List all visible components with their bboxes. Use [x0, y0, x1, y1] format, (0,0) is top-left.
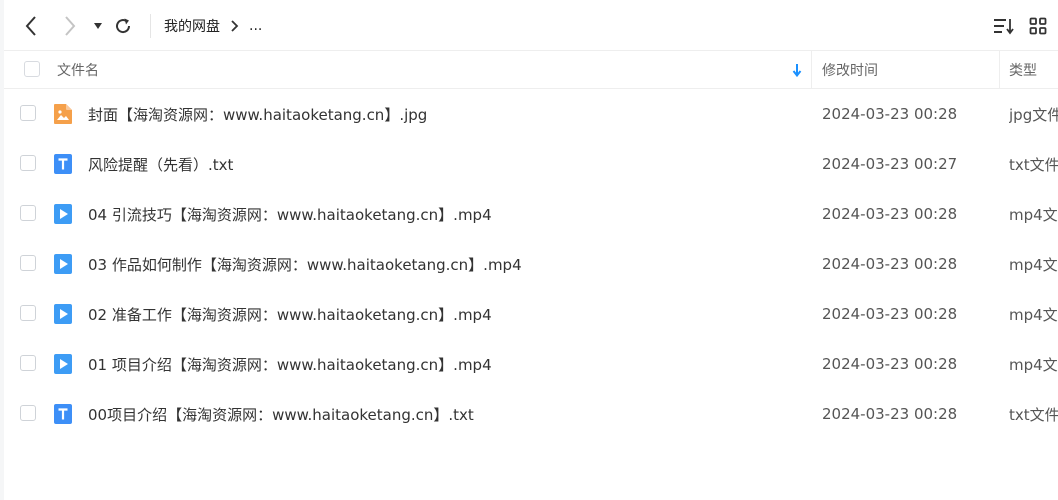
column-divider[interactable]: [999, 51, 1000, 89]
sort-button[interactable]: [992, 15, 1016, 37]
file-modified: 2024-03-23 00:28: [822, 305, 958, 323]
file-name[interactable]: 01 项目介绍【海淘资源网：www.haitaoketang.cn】.mp4: [88, 339, 492, 389]
video-file-icon: [54, 204, 72, 224]
video-file-icon: [54, 304, 72, 324]
row-checkbox[interactable]: [20, 405, 36, 421]
video-file-icon: [54, 254, 72, 274]
chevron-right-icon: [230, 19, 239, 32]
chevron-right-icon: [65, 16, 76, 36]
file-type: mp4文件: [1009, 355, 1058, 374]
file-modified: 2024-03-23 00:28: [822, 205, 958, 223]
row-checkbox[interactable]: [20, 105, 36, 121]
arrow-down-icon: [792, 64, 802, 77]
row-checkbox[interactable]: [20, 255, 36, 271]
caret-down-icon: [94, 23, 102, 29]
forward-button[interactable]: [59, 14, 81, 38]
toolbar: 我的网盘 ...: [4, 0, 1058, 51]
table-row[interactable]: 00项目介绍【海淘资源网：www.haitaoketang.cn】.txt 20…: [4, 389, 1058, 439]
table-row[interactable]: 风险提醒（先看）.txt 2024-03-23 00:27 txt文件: [4, 139, 1058, 189]
file-type: mp4文件: [1009, 305, 1058, 324]
video-file-icon: [54, 354, 72, 374]
file-name[interactable]: 风险提醒（先看）.txt: [88, 139, 233, 189]
table-row[interactable]: 02 准备工作【海淘资源网：www.haitaoketang.cn】.mp4 2…: [4, 289, 1058, 339]
text-file-icon: [54, 154, 72, 174]
row-checkbox[interactable]: [20, 205, 36, 221]
refresh-button[interactable]: [112, 15, 134, 37]
chevron-left-icon: [25, 16, 36, 36]
column-divider[interactable]: [811, 51, 812, 89]
file-modified: 2024-03-23 00:27: [822, 155, 958, 173]
breadcrumb: 我的网盘 ...: [164, 0, 262, 51]
sort-list-icon: [994, 19, 1014, 35]
file-list-header: 文件名 修改时间 类型: [4, 51, 1058, 89]
file-modified: 2024-03-23 00:28: [822, 355, 958, 373]
image-file-icon: [54, 104, 72, 124]
file-name[interactable]: 00项目介绍【海淘资源网：www.haitaoketang.cn】.txt: [88, 389, 474, 439]
select-all-checkbox[interactable]: [24, 61, 40, 77]
text-file-icon: [54, 404, 72, 424]
file-modified: 2024-03-23 00:28: [822, 255, 958, 273]
row-checkbox[interactable]: [20, 355, 36, 371]
file-modified: 2024-03-23 00:28: [822, 105, 958, 123]
history-dropdown-button[interactable]: [91, 18, 105, 34]
table-row[interactable]: 04 引流技巧【海淘资源网：www.haitaoketang.cn】.mp4 2…: [4, 189, 1058, 239]
view-mode-button[interactable]: [1027, 15, 1049, 37]
table-row[interactable]: 01 项目介绍【海淘资源网：www.haitaoketang.cn】.mp4 2…: [4, 339, 1058, 389]
back-button[interactable]: [20, 14, 42, 38]
refresh-icon: [116, 18, 131, 34]
file-name[interactable]: 02 准备工作【海淘资源网：www.haitaoketang.cn】.mp4: [88, 289, 492, 339]
grid-view-icon: [1029, 17, 1047, 35]
row-checkbox[interactable]: [20, 305, 36, 321]
file-type: mp4文件: [1009, 205, 1058, 224]
file-name[interactable]: 04 引流技巧【海淘资源网：www.haitaoketang.cn】.mp4: [88, 189, 492, 239]
row-checkbox[interactable]: [20, 155, 36, 171]
breadcrumb-ellipsis[interactable]: ...: [249, 18, 262, 34]
file-name[interactable]: 封面【海淘资源网：www.haitaoketang.cn】.jpg: [88, 89, 427, 139]
file-modified: 2024-03-23 00:28: [822, 405, 958, 423]
breadcrumb-item-root[interactable]: 我的网盘: [164, 16, 220, 36]
file-type: txt文件: [1009, 155, 1058, 174]
sort-direction-indicator[interactable]: [792, 51, 802, 89]
table-row[interactable]: 封面【海淘资源网：www.haitaoketang.cn】.jpg 2024-0…: [4, 89, 1058, 139]
file-browser-panel: 我的网盘 ... 文件名 修改时间 类型 封面【海淘资源网：www.haitao…: [4, 0, 1058, 500]
toolbar-divider: [150, 14, 151, 38]
table-row[interactable]: 03 作品如何制作【海淘资源网：www.haitaoketang.cn】.mp4…: [4, 239, 1058, 289]
file-type: mp4文件: [1009, 255, 1058, 274]
file-type: jpg文件: [1009, 105, 1058, 124]
header-name[interactable]: 文件名: [57, 51, 99, 89]
header-type[interactable]: 类型: [1009, 51, 1037, 89]
header-modified[interactable]: 修改时间: [822, 51, 878, 89]
file-type: txt文件: [1009, 405, 1058, 424]
file-name[interactable]: 03 作品如何制作【海淘资源网：www.haitaoketang.cn】.mp4: [88, 239, 522, 289]
